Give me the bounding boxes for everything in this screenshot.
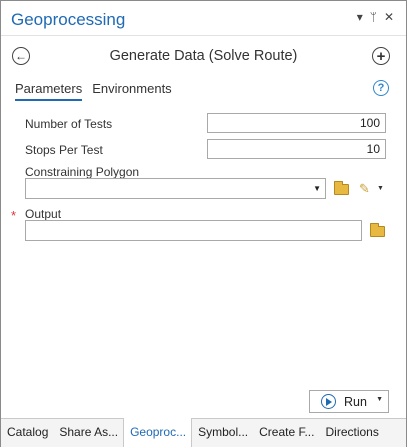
output-label: Output xyxy=(25,207,62,221)
pane-menu-button[interactable]: ▾ xyxy=(357,10,363,24)
output-browse-folder-icon[interactable] xyxy=(370,223,385,237)
pane-title: Geoprocessing xyxy=(11,10,126,29)
play-icon xyxy=(321,394,336,409)
close-icon[interactable]: ✕ xyxy=(384,10,394,24)
tab-geoprocessing[interactable]: Geoproc... xyxy=(123,418,193,447)
tool-title: Generate Data (Solve Route) xyxy=(109,48,298,64)
constraining-polygon-label: Constraining Polygon xyxy=(25,165,140,179)
constraining-polygon-dropdown[interactable]: ▼ xyxy=(25,178,326,199)
title-divider xyxy=(1,35,406,36)
pencil-dropdown-icon[interactable]: ▼ xyxy=(377,185,384,192)
tab-create-features[interactable]: Create F... xyxy=(253,419,319,447)
chevron-down-icon: ▼ xyxy=(313,184,321,193)
run-label: Run xyxy=(344,394,367,409)
tool-tabs: Parameters Environments xyxy=(15,81,172,101)
stops-per-test-label: Stops Per Test xyxy=(25,143,103,157)
required-marker: * xyxy=(11,208,17,223)
tab-symbology[interactable]: Symbol... xyxy=(192,419,253,447)
pin-icon[interactable]: ᛘ xyxy=(370,10,377,24)
tab-share-as[interactable]: Share As... xyxy=(53,419,123,447)
run-dropdown-icon[interactable]: ▼ xyxy=(376,396,383,403)
browse-folder-icon[interactable] xyxy=(334,181,349,195)
window-controls: ▾ ᛘ ✕ xyxy=(357,10,394,24)
output-input[interactable] xyxy=(25,220,362,241)
number-of-tests-input[interactable] xyxy=(207,113,386,133)
geoprocessing-pane: Geoprocessing ▾ ᛘ ✕ ← Generate Data (Sol… xyxy=(0,0,407,447)
plus-circle-icon[interactable]: + xyxy=(372,47,390,65)
pencil-icon[interactable]: ✎ xyxy=(359,181,370,197)
tab-catalog[interactable]: Catalog xyxy=(1,419,53,447)
help-icon[interactable]: ? xyxy=(373,80,389,96)
run-button[interactable]: Run ▼ xyxy=(309,390,389,413)
tab-environments[interactable]: Environments xyxy=(92,81,171,101)
stops-per-test-input[interactable] xyxy=(207,139,386,159)
tab-directions[interactable]: Directions xyxy=(319,419,383,447)
tab-parameters[interactable]: Parameters xyxy=(15,81,83,101)
number-of-tests-label: Number of Tests xyxy=(25,117,113,131)
bottom-tab-strip: Catalog Share As... Geoproc... Symbol...… xyxy=(1,418,406,447)
